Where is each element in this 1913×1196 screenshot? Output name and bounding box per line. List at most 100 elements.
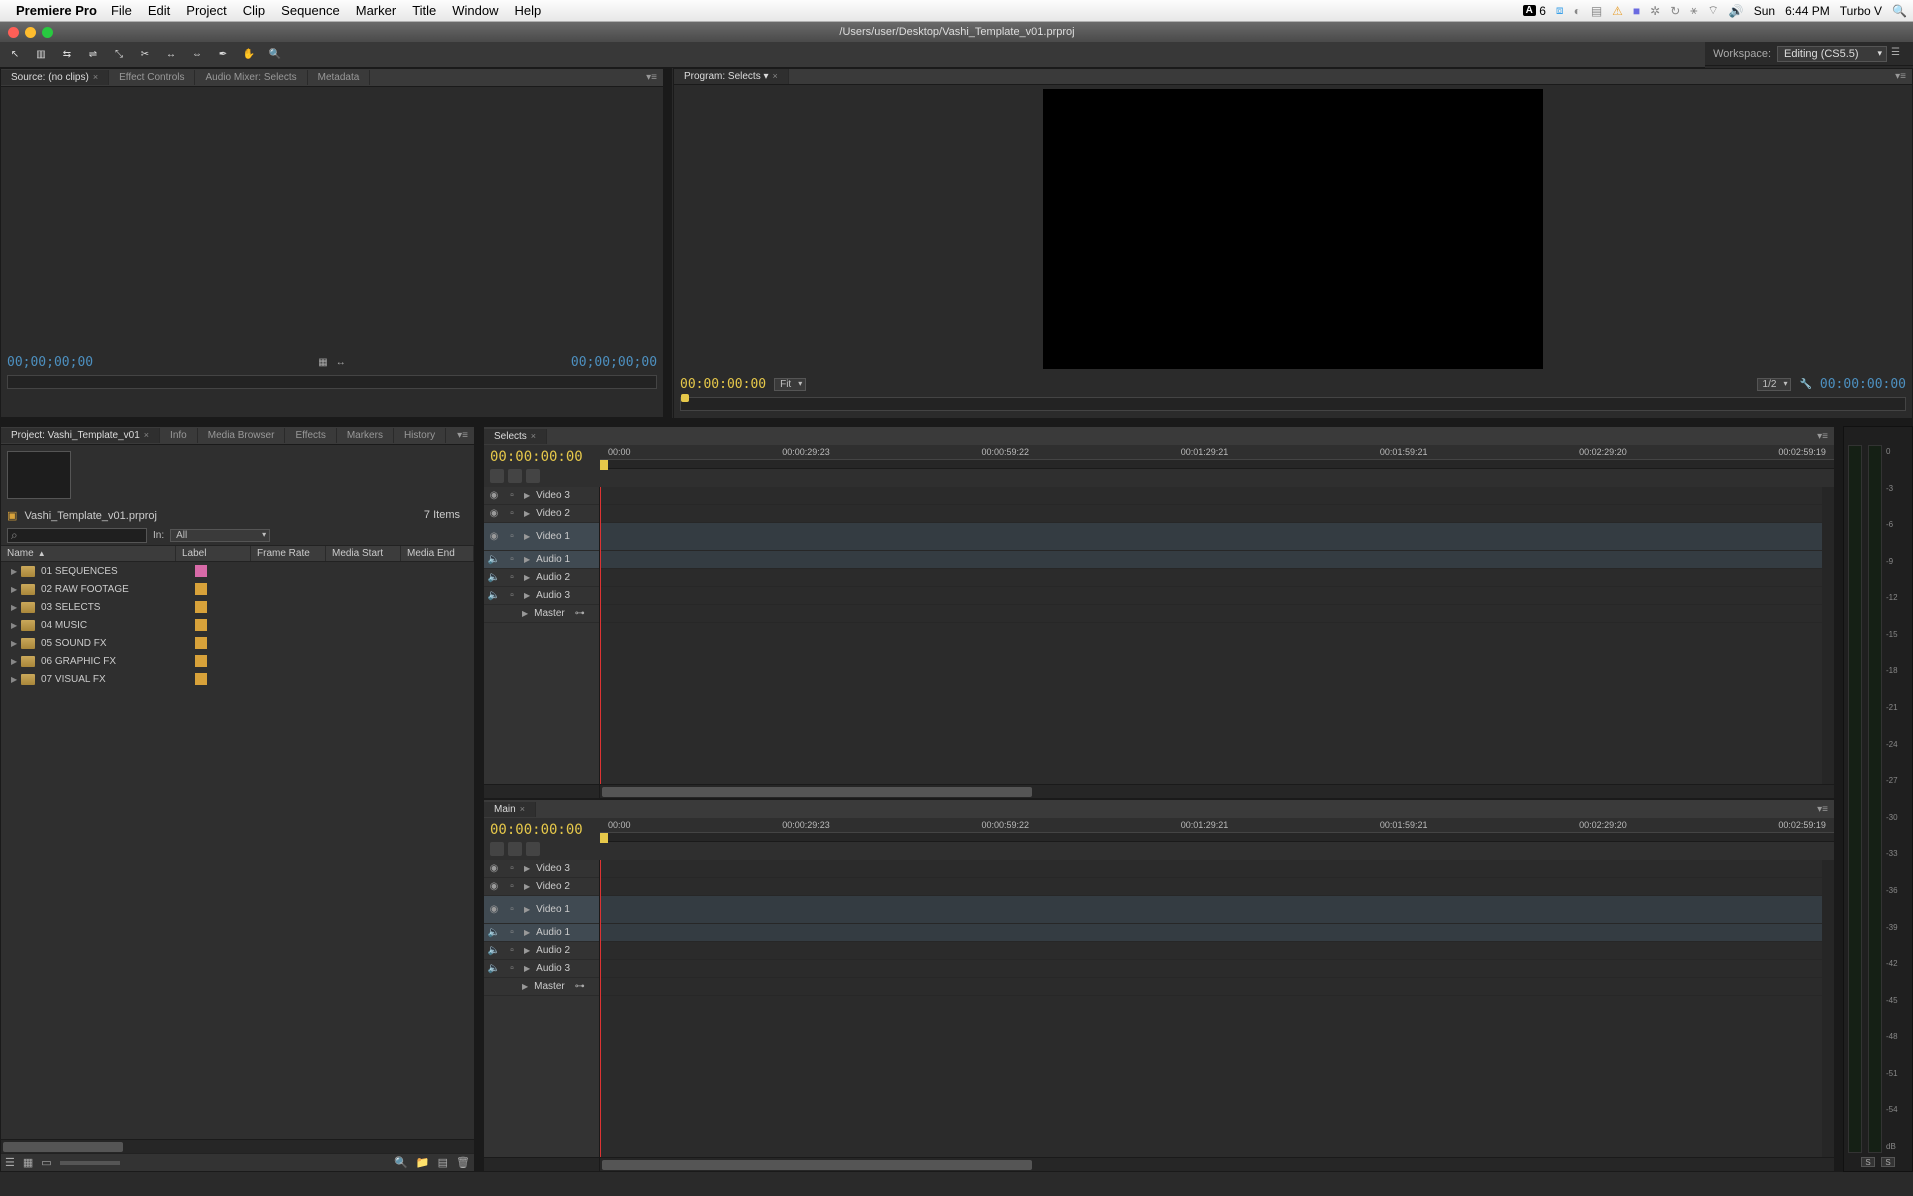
col-framerate[interactable]: Frame Rate	[251, 546, 326, 561]
playhead-icon[interactable]	[600, 833, 608, 843]
lock-icon[interactable]: ▫	[506, 927, 518, 939]
collapse-icon[interactable]: ▶	[524, 964, 530, 973]
panel-menu-icon[interactable]: ▾≡	[640, 72, 663, 83]
slide-tool[interactable]: ⇔	[188, 46, 206, 64]
speaker-icon[interactable]: 🔈	[488, 945, 500, 957]
eye-icon[interactable]: ◉	[488, 904, 500, 916]
icon-view-icon[interactable]: ▦	[23, 1156, 33, 1169]
menu-sequence[interactable]: Sequence	[281, 3, 340, 18]
source-icon-2[interactable]: ↔	[336, 357, 346, 368]
hand-tool[interactable]: ✋	[240, 46, 258, 64]
tab-info[interactable]: Info	[160, 428, 198, 443]
audio-track-header[interactable]: 🔈 ▫ ▶ Audio 2	[484, 942, 599, 960]
video-track-header[interactable]: ◉ ▫ ▶ Video 2	[484, 878, 599, 896]
user-menu[interactable]: Turbo V	[1840, 4, 1882, 18]
project-search-input[interactable]	[7, 528, 147, 543]
playhead-icon[interactable]	[600, 460, 608, 470]
source-tc-in[interactable]: 00;00;00;00	[7, 355, 93, 370]
source-tc-out[interactable]: 00;00;00;00	[571, 355, 657, 370]
menulet-icon[interactable]: ■	[1633, 4, 1640, 18]
menu-help[interactable]: Help	[515, 3, 542, 18]
output-icon[interactable]: ⊶	[575, 981, 585, 992]
trash-icon[interactable]: 🗑	[456, 1156, 470, 1169]
source-icon-1[interactable]: ▦	[318, 357, 327, 368]
tab-metadata[interactable]: Metadata	[308, 70, 371, 85]
collapse-icon[interactable]: ▶	[524, 882, 530, 891]
lock-icon[interactable]: ▫	[506, 490, 518, 502]
master-track-header[interactable]: ▶ Master ⊶	[484, 605, 599, 623]
timeline-vscroll[interactable]	[1822, 487, 1834, 784]
collapse-icon[interactable]: ▶	[524, 573, 530, 582]
video-track-header[interactable]: ◉ ▫ ▶ Video 2	[484, 505, 599, 523]
track-lane[interactable]	[600, 569, 1834, 587]
bin-row[interactable]: ▶ 03 SELECTS	[1, 598, 474, 616]
list-view-icon[interactable]: ☰	[5, 1156, 15, 1169]
tab-project[interactable]: Project: Vashi_Template_v01×	[1, 428, 160, 443]
close-icon[interactable]: ×	[520, 804, 525, 814]
panel-menu-icon[interactable]: ▾≡	[1811, 431, 1834, 442]
track-lane[interactable]	[600, 505, 1834, 523]
program-scrub-bar[interactable]	[680, 397, 1906, 411]
snap-icon[interactable]	[490, 469, 504, 483]
ripple-edit-tool[interactable]: ⇆	[58, 46, 76, 64]
disclosure-icon[interactable]: ▶	[11, 621, 21, 630]
program-fit-dropdown[interactable]: Fit	[774, 378, 806, 391]
menu-project[interactable]: Project	[186, 3, 226, 18]
timeline-track-area[interactable]	[600, 860, 1834, 1157]
eye-icon[interactable]: ◉	[488, 863, 500, 875]
track-lane[interactable]	[600, 896, 1834, 924]
col-name[interactable]: Name ▲	[1, 546, 176, 561]
timeline-tab[interactable]: Selects×	[484, 429, 547, 444]
speaker-icon[interactable]: 🔈	[488, 572, 500, 584]
collapse-icon[interactable]: ▶	[524, 491, 530, 500]
close-icon[interactable]: ×	[144, 430, 149, 440]
timeline-tab[interactable]: Main×	[484, 802, 536, 817]
program-res-dropdown[interactable]: 1/2	[1757, 378, 1792, 391]
lock-icon[interactable]: ▫	[506, 863, 518, 875]
timeline-ruler[interactable]: 00:0000:00:29:2300:00:59:2200:01:29:2100…	[600, 445, 1834, 459]
eye-icon[interactable]: ◉	[488, 508, 500, 520]
new-bin-icon[interactable]: 📁	[416, 1156, 430, 1169]
video-track-header[interactable]: ◉ ▫ ▶ Video 3	[484, 860, 599, 878]
auto-size-icon[interactable]: ▭	[41, 1156, 51, 1169]
track-lane[interactable]	[600, 860, 1834, 878]
dropbox-icon[interactable]: ⧈	[1556, 3, 1564, 18]
disclosure-icon[interactable]: ▶	[11, 603, 21, 612]
menu-clip[interactable]: Clip	[243, 3, 265, 18]
settings-icon[interactable]	[526, 842, 540, 856]
panel-menu-icon[interactable]: ▾≡	[451, 430, 474, 441]
eye-icon[interactable]: ◉	[488, 531, 500, 543]
workspace-dropdown[interactable]: Editing (CS5.5)	[1777, 46, 1887, 62]
audio-track-header[interactable]: 🔈 ▫ ▶ Audio 1	[484, 551, 599, 569]
disclosure-icon[interactable]: ▶	[11, 639, 21, 648]
spotlight-icon[interactable]: 🔍	[1892, 4, 1907, 18]
clock-time[interactable]: 6:44 PM	[1785, 4, 1830, 18]
col-media-end[interactable]: Media End	[401, 546, 474, 561]
disclosure-icon[interactable]: ▶	[11, 657, 21, 666]
timeline-ruler-bar[interactable]	[600, 459, 1834, 469]
label-swatch[interactable]	[195, 583, 207, 595]
lock-icon[interactable]: ▫	[506, 904, 518, 916]
zoom-slider[interactable]	[60, 1161, 120, 1165]
status-icon-1[interactable]: ◐	[1574, 4, 1581, 18]
collapse-icon[interactable]: ▶	[524, 928, 530, 937]
lock-icon[interactable]: ▫	[506, 881, 518, 893]
panel-menu-icon[interactable]: ▾≡	[1811, 804, 1834, 815]
pen-tool[interactable]: ✒	[214, 46, 232, 64]
label-swatch[interactable]	[195, 601, 207, 613]
lock-icon[interactable]: ▫	[506, 508, 518, 520]
collapse-icon[interactable]: ▶	[524, 946, 530, 955]
settings-icon[interactable]	[526, 469, 540, 483]
track-select-tool[interactable]: ▥	[32, 46, 50, 64]
col-media-start[interactable]: Media Start	[326, 546, 401, 561]
track-lane[interactable]	[600, 551, 1834, 569]
menu-title[interactable]: Title	[412, 3, 436, 18]
close-icon[interactable]: ×	[93, 72, 98, 82]
tab-media-browser[interactable]: Media Browser	[198, 428, 286, 443]
speaker-icon[interactable]: 🔈	[488, 963, 500, 975]
tab-audio-mixer[interactable]: Audio Mixer: Selects	[195, 70, 307, 85]
tab-source[interactable]: Source: (no clips)×	[1, 70, 109, 85]
playhead-line[interactable]	[600, 487, 601, 784]
razor-tool[interactable]: ✂	[136, 46, 154, 64]
workspace-menu-icon[interactable]: ☰	[1891, 47, 1905, 61]
